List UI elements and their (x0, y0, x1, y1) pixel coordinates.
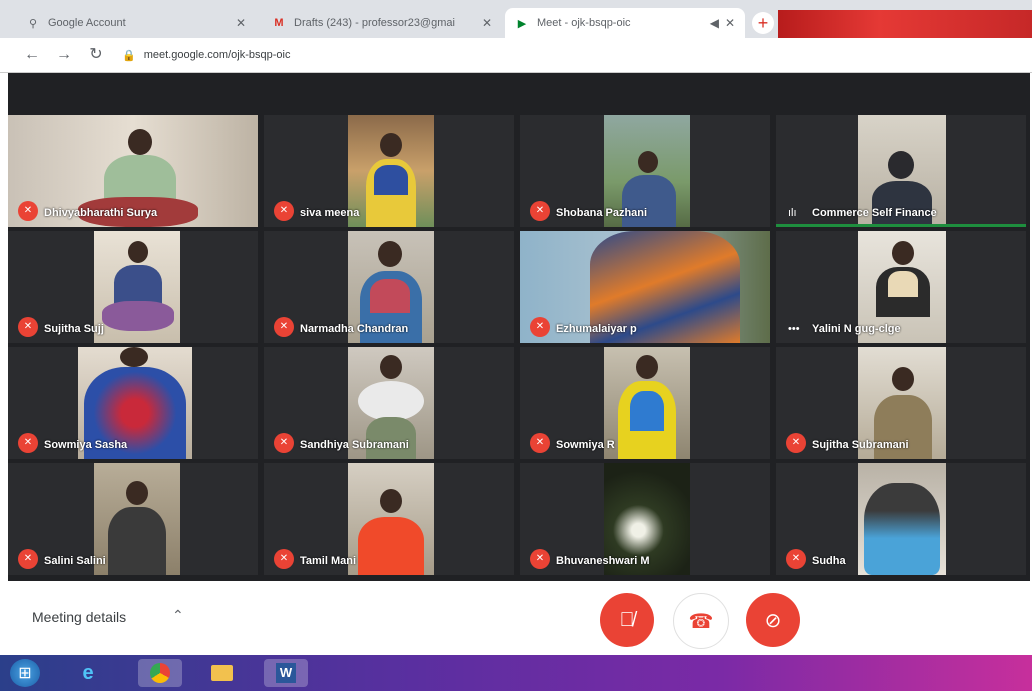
url-field[interactable]: 🔒 meet.google.com/ojk-bsqp-oic (122, 44, 742, 66)
meet-icon: ▶ (517, 17, 527, 30)
participant-tile[interactable]: ılı Commerce Self Finance (776, 115, 1026, 227)
participant-tile[interactable]: ✕ Ezhumalaiyar p (520, 231, 770, 343)
participant-video (348, 115, 434, 227)
participant-name: Dhivyabharathi Surya (44, 207, 158, 219)
mic-muted-icon: ✕ (274, 317, 294, 337)
participant-tile[interactable]: ✕ Dhivyabharathi Surya (8, 115, 258, 227)
participant-tile[interactable]: ✕ Sowmiya Sasha (8, 347, 258, 459)
meet-control-bar: Meeting details ⌃ 🎙̸ ☎ ⊘ (0, 581, 1032, 655)
participant-name: Tamil Mani (300, 555, 357, 567)
tab-label: Drafts (243) - professor23@gmai (294, 17, 455, 29)
participant-video (604, 347, 690, 459)
windows-start-icon[interactable]: ⊞ (10, 659, 40, 687)
meet-video-grid: ✕ Dhivyabharathi Surya ✕ siva meena ✕ Sh… (8, 73, 1030, 581)
folder-icon[interactable] (200, 659, 244, 687)
participant-tile[interactable]: ••• Yalini N gug-clge (776, 231, 1026, 343)
back-arrow-icon[interactable]: ← (22, 45, 42, 65)
participant-name: siva meena (300, 207, 360, 219)
hangup-button[interactable]: ☎ (673, 593, 729, 649)
participant-tile[interactable]: ✕ Sujitha Sujj (8, 231, 258, 343)
mic-off-button[interactable]: 🎙̸ (600, 593, 654, 647)
mic-muted-icon: ✕ (18, 549, 38, 569)
chrome-icon[interactable] (138, 659, 182, 687)
mic-muted-icon: ✕ (274, 549, 294, 569)
participant-tile[interactable]: ✕ Sudha (776, 463, 1026, 575)
mic-muted-icon: ✕ (786, 433, 806, 453)
participant-name: Sujitha Subramani (812, 439, 909, 451)
participant-name: Sujitha Sujj (44, 323, 104, 335)
participant-tile[interactable]: ✕ Sujitha Subramani (776, 347, 1026, 459)
participant-tile[interactable]: ✕ siva meena (264, 115, 514, 227)
mic-muted-icon: ✕ (18, 317, 38, 337)
participant-name: Commerce Self Finance (812, 207, 937, 219)
new-tab-button[interactable]: + (752, 12, 774, 34)
mic-off-icon: 🎙̸ (619, 608, 635, 631)
audio-level-icon: ılı (788, 207, 797, 219)
tab-label: Google Account (48, 17, 126, 29)
mic-muted-icon: ✕ (18, 201, 38, 221)
participant-tile[interactable]: ✕ Shobana Pazhani (520, 115, 770, 227)
meeting-details-button[interactable]: Meeting details (32, 609, 126, 625)
camera-off-button[interactable]: ⊘ (746, 593, 800, 647)
ie-icon[interactable]: e (66, 659, 110, 687)
mic-muted-icon: ✕ (530, 201, 550, 221)
participant-name: Shobana Pazhani (556, 207, 648, 219)
mail-icon: M (274, 17, 284, 29)
mic-muted-icon: ✕ (274, 433, 294, 453)
mic-muted-icon: ✕ (530, 549, 550, 569)
participant-tile[interactable]: ✕ Narmadha Chandran (264, 231, 514, 343)
close-icon[interactable]: ✕ (725, 16, 735, 30)
more-options-icon[interactable]: ••• (788, 323, 800, 335)
participant-tile[interactable]: ✕ Bhuvaneshwari M (520, 463, 770, 575)
participant-name: Yalini N gug-clge (812, 323, 901, 335)
mic-muted-icon: ✕ (530, 317, 550, 337)
url-text: meet.google.com/ojk-bsqp-oic (143, 49, 291, 61)
participant-name: Sandhiya Subramani (300, 439, 409, 451)
browser-tab-bar: ⚲ Google Account ✕ M Drafts (243) - prof… (0, 0, 1032, 38)
mic-muted-icon: ✕ (274, 201, 294, 221)
address-bar-row: ← → ↻ 🔒 meet.google.com/ojk-bsqp-oic (0, 38, 1032, 73)
camera-off-icon: ⊘ (764, 609, 782, 632)
mic-muted-icon: ✕ (18, 433, 38, 453)
mic-muted-icon: ✕ (786, 549, 806, 569)
participant-name: Sowmiya R (556, 439, 615, 451)
reload-icon[interactable]: ↻ (86, 45, 106, 65)
participant-name: Salini Salini (44, 555, 106, 567)
mic-muted-icon: ✕ (530, 433, 550, 453)
forward-arrow-icon[interactable]: → (54, 45, 74, 65)
os-taskbar: ⊞ e W (0, 655, 1032, 691)
participant-name: Narmadha Chandran (300, 323, 409, 335)
lock-icon: 🔒 (122, 49, 136, 62)
participant-name: Bhuvaneshwari M (556, 555, 650, 567)
close-icon[interactable]: ✕ (236, 16, 246, 30)
tab-drafts[interactable]: M Drafts (243) - professor23@gmai ✕ (262, 8, 502, 38)
participant-tile[interactable]: ✕ Tamil Mani (264, 463, 514, 575)
participant-name: Ezhumalaiyar p (556, 323, 637, 335)
participant-video (94, 231, 180, 343)
speaker-icon[interactable]: ◀ (710, 16, 719, 30)
word-icon[interactable]: W (264, 659, 308, 687)
participant-tile[interactable]: ✕ Sowmiya R (520, 347, 770, 459)
tab-google-account[interactable]: ⚲ Google Account ✕ (16, 8, 256, 38)
participant-name: Sowmiya Sasha (44, 439, 128, 451)
participant-video (858, 463, 946, 575)
participant-tile[interactable]: ✕ Sandhiya Subramani (264, 347, 514, 459)
participant-video (348, 463, 434, 575)
chevron-up-icon[interactable]: ⌃ (172, 607, 184, 624)
tab-label: Meet - ojk-bsqp-oic (537, 17, 631, 29)
participant-video (94, 463, 180, 575)
window-titlebar-background (778, 10, 1032, 38)
participant-tile[interactable]: ✕ Salini Salini (8, 463, 258, 575)
tab-meet[interactable]: ▶ Meet - ojk-bsqp-oic ◀ ✕ (505, 8, 745, 38)
participant-name: Sudha (812, 555, 846, 567)
active-speaker-indicator (776, 224, 1026, 227)
hangup-icon: ☎ (688, 610, 714, 633)
search-icon: ⚲ (28, 17, 38, 30)
close-icon[interactable]: ✕ (482, 16, 492, 30)
